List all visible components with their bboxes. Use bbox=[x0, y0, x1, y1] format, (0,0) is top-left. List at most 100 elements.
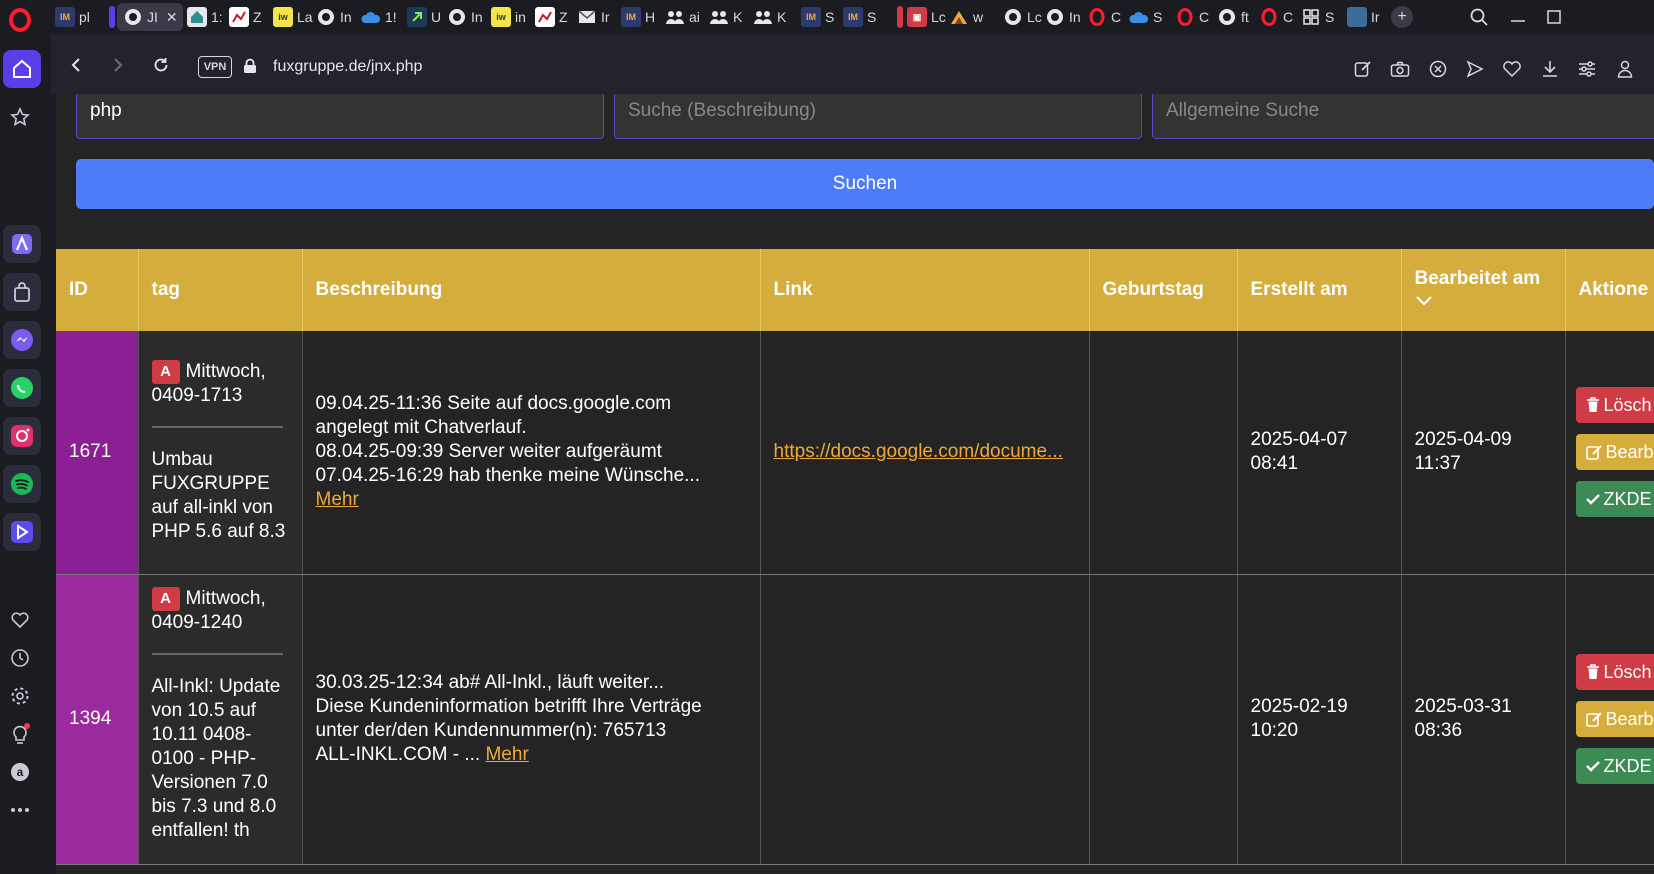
opera-logo-icon[interactable] bbox=[8, 8, 32, 32]
player-icon[interactable] bbox=[3, 513, 41, 551]
tab[interactable]: 1: bbox=[187, 3, 225, 31]
tab[interactable]: Z bbox=[229, 3, 269, 31]
tab[interactable]: IM S bbox=[801, 3, 841, 31]
amazon-icon[interactable]: a bbox=[9, 761, 31, 783]
more-link[interactable]: Mehr bbox=[485, 744, 528, 765]
tab[interactable]: K bbox=[709, 3, 749, 31]
row-description: 30.03.25-12:34 ab# All-Inkl., läuft weit… bbox=[302, 574, 761, 865]
search-button[interactable]: Suchen bbox=[76, 159, 1654, 209]
adblock-shield-icon[interactable] bbox=[1427, 58, 1449, 80]
row-actions: Lösch Bearb ZKDE bbox=[1565, 331, 1654, 575]
more-link[interactable]: Mehr bbox=[316, 489, 359, 510]
tag-search-input[interactable]: php bbox=[76, 94, 604, 139]
spotify-icon[interactable] bbox=[3, 465, 41, 503]
tab[interactable]: S bbox=[1301, 3, 1345, 31]
column-header-tag[interactable]: tag bbox=[138, 249, 303, 331]
column-header-bearbeitet[interactable]: Bearbeitet am bbox=[1401, 249, 1566, 331]
tab[interactable]: iw in bbox=[491, 3, 531, 31]
zkde-button-label: ZKDE bbox=[1603, 756, 1652, 776]
sort-chevron-down-icon[interactable] bbox=[1415, 290, 1433, 311]
tab[interactable]: C bbox=[1087, 3, 1127, 31]
settings-gear-icon[interactable] bbox=[9, 685, 31, 707]
instagram-icon[interactable] bbox=[3, 417, 41, 455]
tab[interactable]: ft bbox=[1217, 3, 1257, 31]
row-link[interactable]: https://docs.google.com/docume... bbox=[774, 441, 1063, 462]
forward-arrow-icon[interactable] bbox=[106, 53, 130, 77]
maximize-icon[interactable] bbox=[1541, 4, 1567, 30]
tab[interactable]: w bbox=[949, 3, 989, 31]
column-header-beschreibung[interactable]: Beschreibung bbox=[302, 249, 761, 331]
tab[interactable]: Ir bbox=[577, 3, 617, 31]
back-arrow-icon[interactable] bbox=[64, 53, 88, 77]
edit-page-icon[interactable] bbox=[1352, 58, 1374, 80]
url-field[interactable]: fuxgruppe.de/jnx.php bbox=[273, 58, 422, 76]
edit-button[interactable]: Bearb bbox=[1575, 434, 1654, 471]
lock-icon[interactable] bbox=[243, 58, 257, 79]
tab[interactable]: Z bbox=[535, 3, 573, 31]
lightbulb-icon[interactable] bbox=[9, 723, 31, 745]
tab[interactable]: C bbox=[1175, 3, 1215, 31]
tab[interactable]: ▣ Lc bbox=[907, 3, 947, 31]
reload-icon[interactable] bbox=[149, 53, 173, 77]
tab-group-indicator bbox=[897, 6, 903, 28]
opera-icon bbox=[1175, 7, 1195, 27]
home-icon[interactable] bbox=[3, 50, 41, 88]
column-header-aktionen[interactable]: Aktione bbox=[1565, 249, 1654, 331]
tab[interactable]: IM pl bbox=[55, 3, 103, 31]
messenger-icon[interactable] bbox=[3, 321, 41, 359]
check-icon bbox=[1585, 761, 1600, 772]
tab[interactable]: C bbox=[1259, 3, 1299, 31]
tab[interactable]: 1! bbox=[361, 3, 403, 31]
tab[interactable]: iw La bbox=[273, 3, 313, 31]
column-header-erstellt[interactable]: Erstellt am bbox=[1237, 249, 1402, 331]
camera-icon[interactable] bbox=[1389, 58, 1411, 80]
immowelt-icon: iw bbox=[491, 7, 511, 27]
zkde-button[interactable]: ZKDE bbox=[1575, 748, 1653, 784]
tab[interactable]: IM H bbox=[621, 3, 661, 31]
profile-icon[interactable] bbox=[1614, 58, 1636, 80]
history-clock-icon[interactable] bbox=[9, 647, 31, 669]
new-tab-plus-icon[interactable]: + bbox=[1391, 6, 1413, 28]
tab[interactable]: In bbox=[447, 3, 487, 31]
vpn-badge[interactable]: VPN bbox=[198, 56, 232, 78]
zkde-button[interactable]: ZKDE bbox=[1575, 481, 1653, 518]
house-icon bbox=[187, 7, 207, 27]
download-icon[interactable] bbox=[1539, 58, 1561, 80]
chart-icon bbox=[229, 7, 249, 27]
description-search-input[interactable]: Suche (Beschreibung) bbox=[614, 94, 1142, 139]
row-id: 1671 bbox=[56, 331, 139, 575]
edit-button-label: Bearb bbox=[1605, 442, 1654, 463]
send-icon[interactable] bbox=[1464, 58, 1486, 80]
heart-icon[interactable] bbox=[9, 609, 31, 631]
shopping-icon[interactable] bbox=[3, 273, 41, 311]
tab[interactable]: IM S bbox=[843, 3, 883, 31]
column-header-link[interactable]: Link bbox=[760, 249, 1090, 331]
search-tabs-icon[interactable] bbox=[1466, 4, 1492, 30]
tab-close-icon[interactable]: ✕ bbox=[166, 9, 178, 26]
more-dots-icon[interactable] bbox=[9, 799, 31, 821]
tab-active[interactable]: JI ✕ bbox=[117, 3, 183, 31]
tab[interactable]: S bbox=[1129, 3, 1173, 31]
edit-button[interactable]: Bearb bbox=[1575, 701, 1653, 737]
tab[interactable]: Ir bbox=[1347, 3, 1387, 31]
tab[interactable]: In bbox=[316, 3, 356, 31]
tab[interactable]: U bbox=[407, 3, 445, 31]
bookmark-star-icon[interactable] bbox=[9, 106, 31, 128]
whatsapp-icon[interactable] bbox=[3, 369, 41, 407]
minimize-icon[interactable] bbox=[1505, 4, 1531, 30]
delete-button[interactable]: Lösch bbox=[1575, 387, 1653, 424]
tab[interactable]: K bbox=[753, 3, 793, 31]
general-search-input[interactable]: Allgemeine Suche bbox=[1152, 94, 1654, 139]
delete-button[interactable]: Lösch bbox=[1575, 654, 1653, 690]
column-header-geburtstag[interactable]: Geburtstag bbox=[1089, 249, 1238, 331]
row-bearbeitet: 2025-04-09 11:37 bbox=[1401, 331, 1566, 575]
easy-setup-icon[interactable] bbox=[1576, 58, 1598, 80]
immowelt-icon: iw bbox=[273, 7, 293, 27]
heart-icon[interactable] bbox=[1501, 58, 1523, 80]
tab[interactable]: Lc bbox=[1003, 3, 1043, 31]
aria-icon[interactable] bbox=[3, 225, 41, 263]
column-header-id[interactable]: ID bbox=[56, 249, 139, 331]
tab[interactable]: ai bbox=[665, 3, 705, 31]
tab[interactable]: In bbox=[1045, 3, 1085, 31]
check-icon bbox=[1585, 494, 1600, 505]
